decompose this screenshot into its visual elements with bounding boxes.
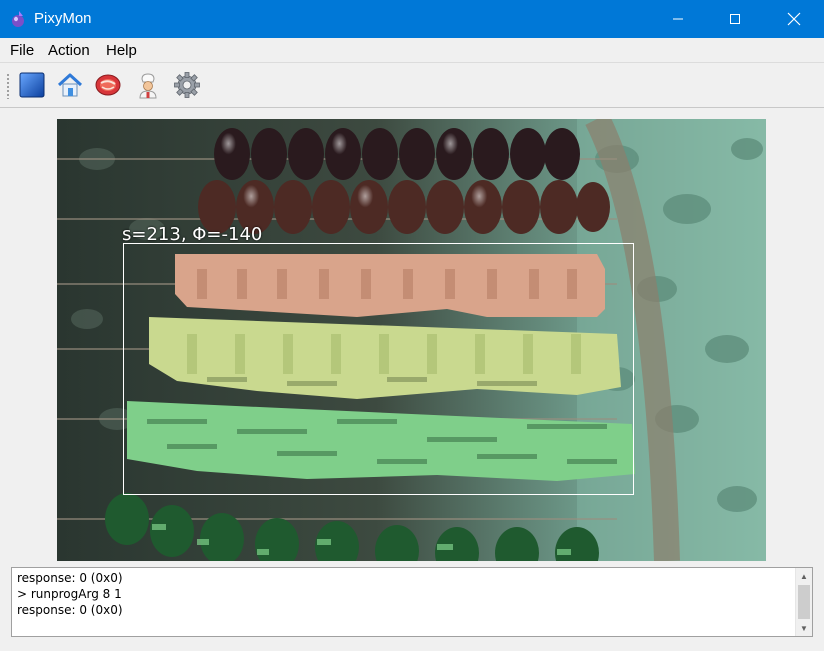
menu-help[interactable]: Help	[106, 42, 137, 59]
camera-view[interactable]: s=213, Φ=-140	[57, 119, 766, 561]
camera-frame	[57, 119, 766, 561]
home-button[interactable]	[55, 70, 85, 100]
close-icon	[787, 12, 801, 26]
signature-button[interactable]	[93, 70, 123, 100]
scroll-down-arrow-icon[interactable]: ▼	[796, 620, 812, 636]
menu-bar: File Action Help	[0, 38, 824, 62]
configure-button[interactable]	[172, 70, 202, 100]
title-bar: PixyMon	[0, 0, 824, 38]
menu-action[interactable]: Action	[48, 42, 90, 59]
window-title: PixyMon	[34, 10, 92, 27]
console-lines: response: 0 (0x0) > runprogArg 8 1 respo…	[17, 570, 123, 618]
scrollbar-thumb[interactable]	[798, 585, 810, 619]
scroll-up-arrow-icon[interactable]: ▲	[796, 568, 812, 584]
detection-label: s=213, Φ=-140	[122, 224, 263, 245]
console-line: response: 0 (0x0)	[17, 603, 123, 617]
close-button[interactable]	[766, 0, 822, 38]
minimize-button[interactable]	[650, 0, 706, 38]
maximize-icon	[730, 14, 740, 24]
gear-icon	[174, 72, 200, 98]
console-line: > runprogArg 8 1	[17, 587, 122, 601]
app-logo-icon	[12, 11, 24, 27]
cooked-button[interactable]	[133, 70, 163, 100]
home-icon	[57, 73, 83, 97]
toolbar-grip[interactable]	[6, 73, 10, 99]
minimize-icon	[673, 18, 683, 20]
menu-file[interactable]: File	[10, 42, 34, 59]
console-line: response: 0 (0x0)	[17, 571, 123, 585]
maximize-button[interactable]	[707, 0, 763, 38]
toolbar	[0, 62, 824, 108]
stop-button[interactable]	[17, 70, 47, 100]
console-output[interactable]: response: 0 (0x0) > runprogArg 8 1 respo…	[11, 567, 813, 637]
stop-icon	[19, 72, 45, 98]
meat-icon	[95, 74, 121, 96]
chef-icon	[139, 73, 157, 99]
console-scrollbar[interactable]: ▲ ▼	[795, 568, 812, 636]
